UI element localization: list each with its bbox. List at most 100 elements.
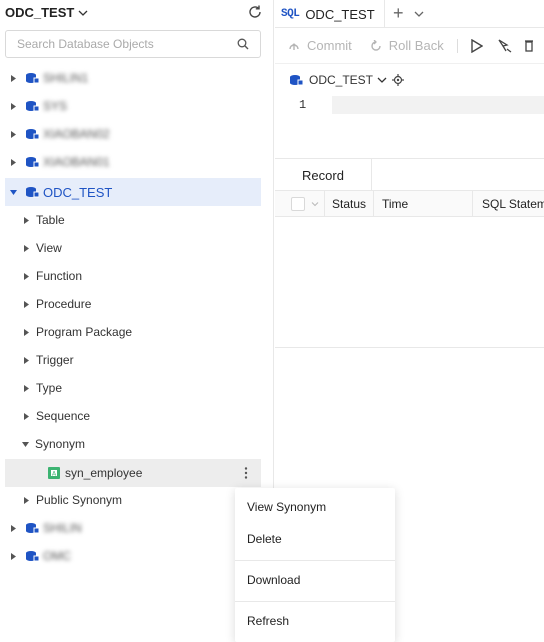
editor-db-selector[interactable]: ODC_TEST xyxy=(289,73,405,87)
tree-db-label: SYS xyxy=(43,99,68,113)
menu-item-refresh[interactable]: Refresh xyxy=(247,614,289,628)
clear-icon[interactable] xyxy=(524,39,533,53)
caret-right-icon[interactable] xyxy=(23,300,30,308)
col-header-time[interactable]: Time xyxy=(374,190,473,217)
tree-type-row[interactable]: View xyxy=(0,234,262,262)
tree-db-row[interactable]: OMC xyxy=(0,542,262,570)
editor-db-label: ODC_TEST xyxy=(309,73,374,87)
select-all-checkbox[interactable] xyxy=(291,196,305,211)
tree-type-label: Sequence xyxy=(36,409,91,423)
tree-db-row[interactable]: SYS xyxy=(0,92,262,120)
caret-down-icon[interactable] xyxy=(22,441,29,448)
commit-label: Commit xyxy=(307,38,352,53)
tree-db-row[interactable]: XIAOBAN02 xyxy=(0,120,262,148)
db-switcher[interactable]: ODC_TEST xyxy=(5,5,88,20)
tree-type-row[interactable]: Table xyxy=(0,206,262,234)
menu-divider xyxy=(235,560,395,561)
chevron-down-icon xyxy=(78,10,88,16)
toolbar-divider xyxy=(456,38,458,53)
caret-right-icon[interactable] xyxy=(23,356,30,364)
commit-button[interactable]: Commit xyxy=(287,38,352,53)
caret-down-icon[interactable] xyxy=(10,189,17,196)
tree-db-row[interactable]: SHILIN1 xyxy=(0,64,262,92)
tree-type-label: Synonym xyxy=(35,437,86,451)
caret-right-icon[interactable] xyxy=(10,102,17,110)
tree-type-label: Type xyxy=(36,381,63,395)
run-selected-icon[interactable] xyxy=(498,38,512,53)
tree-type-label: Public Synonym xyxy=(36,493,123,507)
tree-db-row[interactable]: SHILIN xyxy=(0,514,262,542)
chevron-down-icon[interactable] xyxy=(414,9,424,19)
results-table-header: Status Time SQL Statem xyxy=(275,190,544,217)
tree-db-row-selected[interactable]: ODC_TEST xyxy=(5,178,261,206)
caret-right-icon[interactable] xyxy=(23,412,30,420)
editor-tabbar: SQL ODC_TEST + xyxy=(275,0,544,28)
tree-synonym-item[interactable]: A syn_employee xyxy=(5,459,261,487)
tree-type-row[interactable]: Sequence xyxy=(0,402,262,430)
caret-right-icon[interactable] xyxy=(10,524,17,532)
line-number: 1 xyxy=(299,98,307,112)
editor-toolbar: Commit Roll Back xyxy=(275,28,544,64)
search-icon[interactable] xyxy=(237,38,249,50)
add-tab-icon[interactable]: + xyxy=(393,4,404,22)
tree-db-label: SHILIN1 xyxy=(43,71,89,85)
tree-type-row[interactable]: Program Package xyxy=(0,318,262,346)
tree-type-label: Table xyxy=(36,213,65,227)
tree-type-row[interactable]: Trigger xyxy=(0,346,262,374)
col-header-status[interactable]: Status xyxy=(325,190,374,217)
caret-right-icon[interactable] xyxy=(10,74,17,82)
caret-right-icon[interactable] xyxy=(10,158,17,166)
col-header-sql[interactable]: SQL Statem xyxy=(473,191,544,217)
rollback-icon xyxy=(371,39,381,51)
database-icon xyxy=(26,187,39,198)
caret-right-icon[interactable] xyxy=(23,216,30,224)
database-icon xyxy=(290,75,303,86)
tree-synonym-label: syn_employee xyxy=(65,466,143,480)
caret-right-icon[interactable] xyxy=(23,328,30,336)
caret-right-icon[interactable] xyxy=(23,384,30,392)
more-vertical-icon[interactable] xyxy=(244,467,248,479)
tab-sql-editor[interactable]: SQL ODC_TEST xyxy=(275,0,385,28)
db-title: ODC_TEST xyxy=(5,5,75,20)
synonym-icon: A xyxy=(48,467,60,479)
tab-record[interactable]: Record xyxy=(275,159,372,191)
tree-type-label: Trigger xyxy=(36,353,74,367)
tree-type-row[interactable]: Public Synonym xyxy=(0,486,262,514)
menu-item-view-synonym[interactable]: View Synonym xyxy=(247,500,326,514)
context-menu: View Synonym Delete Download Refresh xyxy=(235,488,395,642)
tab-title: ODC_TEST xyxy=(305,6,375,22)
sql-editor[interactable]: ODC_TEST 1 xyxy=(275,64,544,158)
commit-icon xyxy=(289,42,299,50)
rollback-button[interactable]: Roll Back xyxy=(370,38,444,53)
database-icon xyxy=(26,157,39,168)
caret-right-icon[interactable] xyxy=(10,552,17,560)
chevron-down-icon[interactable] xyxy=(311,200,319,208)
database-icon xyxy=(26,129,39,140)
tree-type-label: Program Package xyxy=(36,325,133,339)
object-tree-panel: ODC_TEST SHILIN1 SYS XIAOBAN02 XIAOBAN01… xyxy=(0,0,274,642)
tree-db-label: SHILIN xyxy=(43,521,82,535)
tree-type-label: View xyxy=(36,241,62,255)
menu-item-delete[interactable]: Delete xyxy=(247,532,282,546)
run-icon[interactable] xyxy=(471,38,483,53)
tree-db-label: ODC_TEST xyxy=(43,184,113,200)
tree-type-row[interactable]: Function xyxy=(0,262,262,290)
db-header: ODC_TEST xyxy=(0,0,274,28)
tree-db-label: OMC xyxy=(43,549,71,563)
active-line-highlight xyxy=(332,96,544,114)
search-box xyxy=(5,30,261,58)
tree-type-row[interactable]: Procedure xyxy=(0,290,262,318)
tree-type-row[interactable]: Type xyxy=(0,374,262,402)
menu-divider xyxy=(235,601,395,602)
caret-right-icon[interactable] xyxy=(23,244,30,252)
tree-type-row[interactable]: Synonym xyxy=(0,430,262,458)
caret-right-icon[interactable] xyxy=(10,130,17,138)
tree-db-row[interactable]: XIAOBAN01 xyxy=(0,148,262,176)
results-panel: Record Status Time SQL Statem xyxy=(275,158,544,348)
locate-icon[interactable] xyxy=(392,74,405,86)
caret-right-icon[interactable] xyxy=(23,272,30,280)
caret-right-icon[interactable] xyxy=(23,496,30,504)
refresh-icon[interactable] xyxy=(247,4,263,20)
search-input[interactable] xyxy=(6,31,226,57)
menu-item-download[interactable]: Download xyxy=(247,573,300,587)
